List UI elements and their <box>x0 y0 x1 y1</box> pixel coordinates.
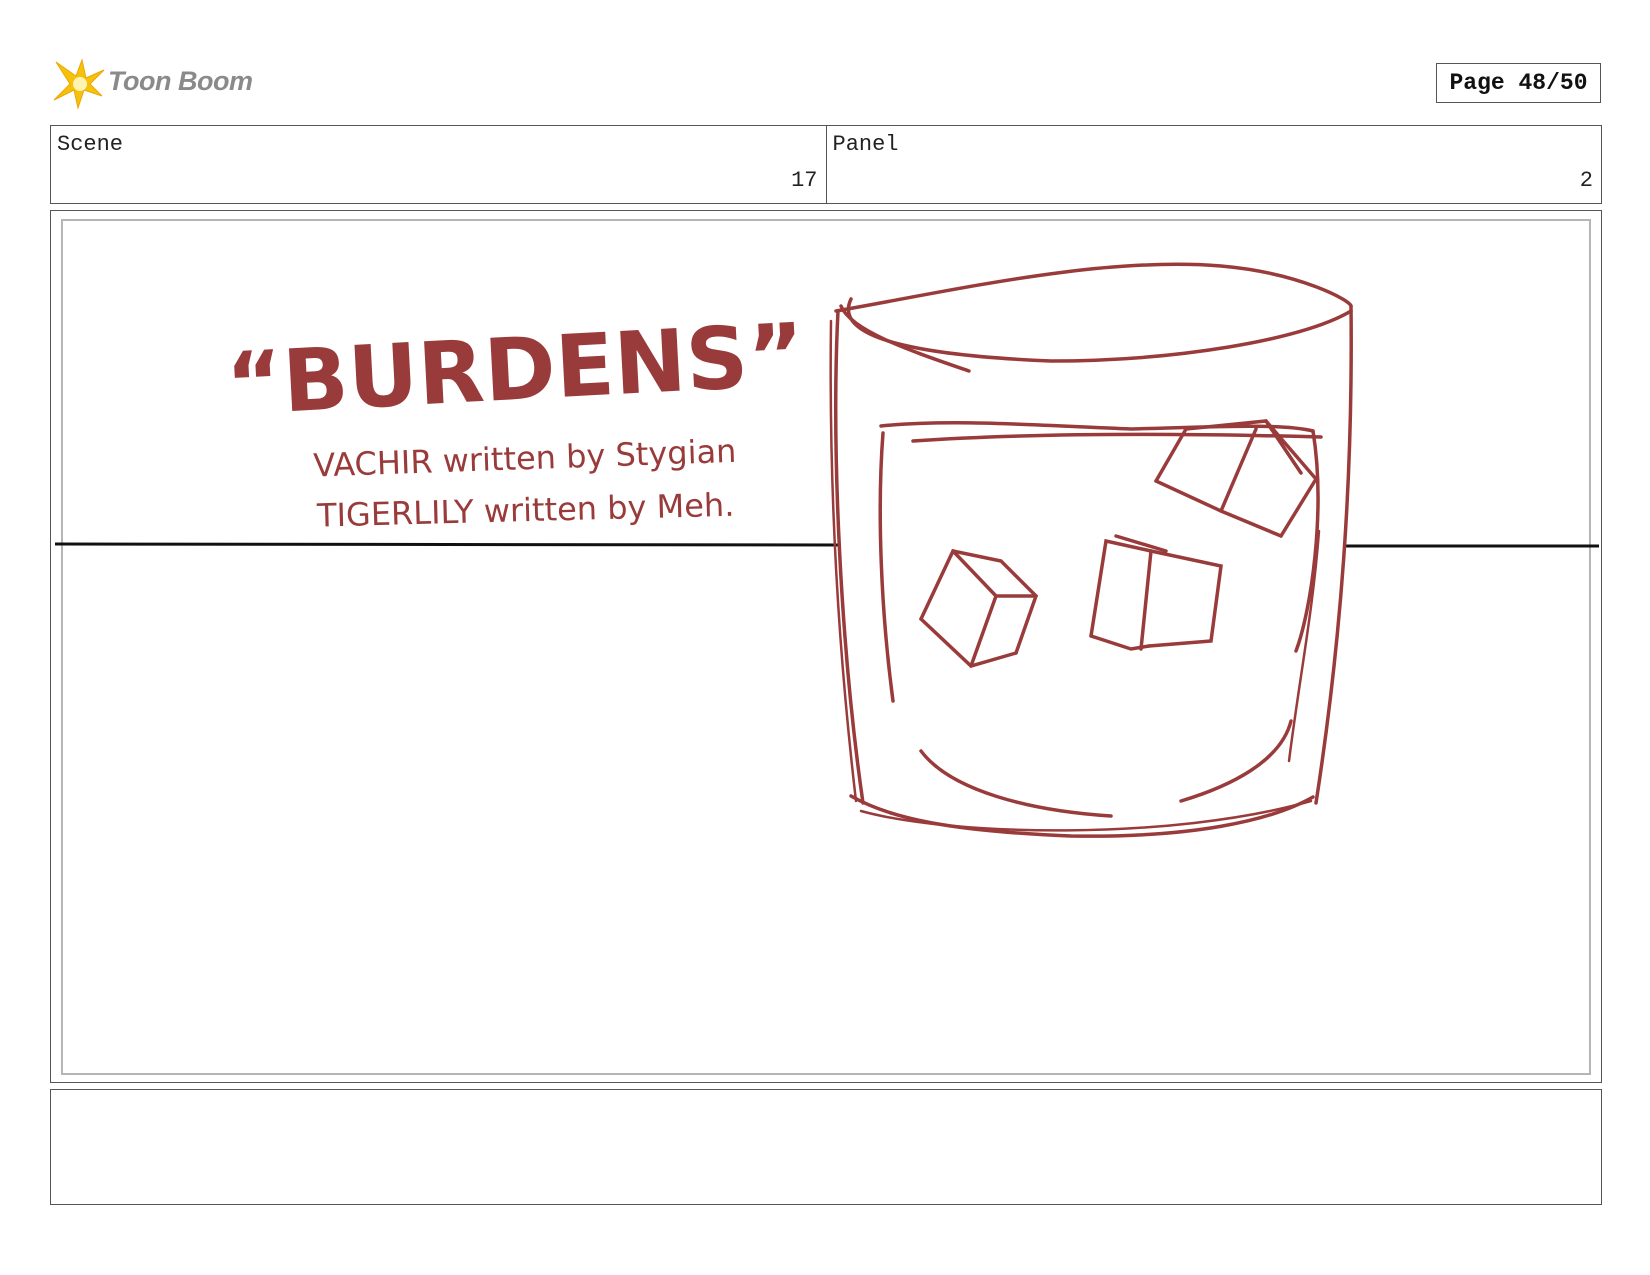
starburst-logo-icon <box>53 58 105 110</box>
panel-number: 2 <box>1579 168 1593 193</box>
glass-right-side <box>1314 304 1353 805</box>
glass-rim-back <box>834 262 1353 313</box>
storyboard-panel-frame: “BURDENS” VACHIR written by Stygian TIGE… <box>50 210 1602 1083</box>
logo-text: Toon Boom <box>108 66 253 96</box>
scene-panel-header: Scene 17 Panel 2 <box>50 125 1602 204</box>
liquid-bottom-left <box>919 749 1113 818</box>
burdens-title: “BURDENS” <box>224 305 807 435</box>
glass-sketch <box>829 262 1353 838</box>
scene-label: Scene <box>57 132 124 157</box>
scene-cell: Scene 17 <box>51 126 826 203</box>
ice-cube-2 <box>919 549 1039 668</box>
panel-label: Panel <box>832 132 899 157</box>
panel-notes-box <box>50 1089 1602 1205</box>
ice-cube-3 <box>1089 534 1223 651</box>
liquid-bottom-right <box>1179 719 1293 803</box>
credit-line-2: TIGERLILY written by Meh. <box>316 486 735 535</box>
ice-cube-1 <box>1154 419 1319 538</box>
scene-number: 17 <box>791 168 818 193</box>
glass-rim-front <box>846 297 1353 363</box>
page-indicator: Page 48/50 <box>1436 63 1601 103</box>
liquid-left <box>878 431 895 703</box>
table-horizon-line <box>54 542 1599 548</box>
panel-cell: Panel 2 <box>825 126 1602 203</box>
credit-line-1: VACHIR written by Stygian <box>313 432 737 485</box>
storyboard-drawing: “BURDENS” VACHIR written by Stygian TIGE… <box>54 262 1599 838</box>
toon-boom-logo: Toon Boom <box>52 56 262 112</box>
